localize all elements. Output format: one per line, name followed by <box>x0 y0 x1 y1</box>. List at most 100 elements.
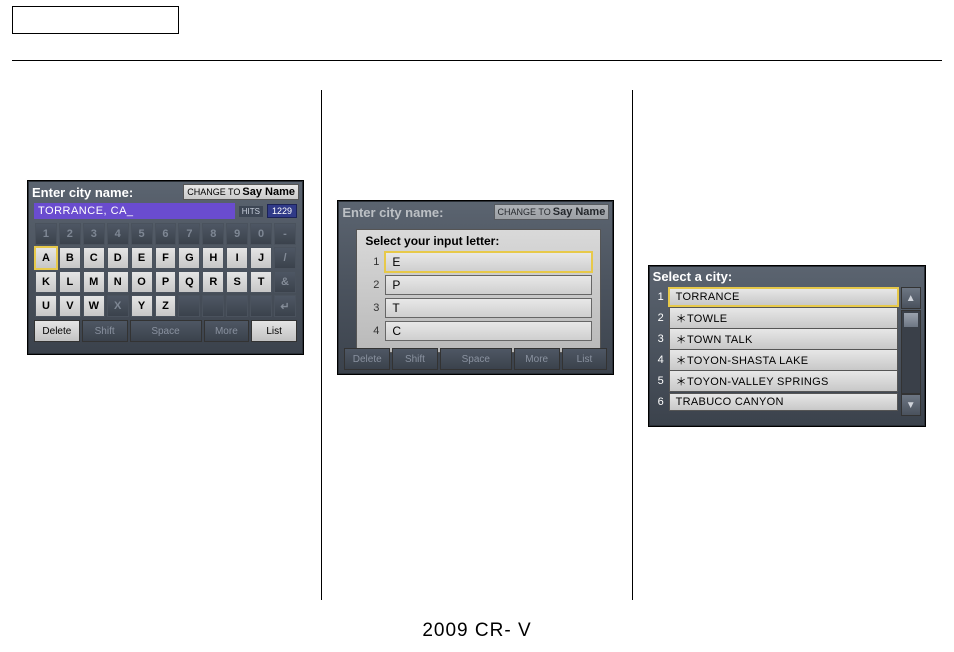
list-number: 2 <box>653 312 669 324</box>
say-name-label: Say Name <box>242 186 295 198</box>
list-item[interactable]: 6 TRABUCO CANYON <box>653 392 898 412</box>
list-number: 1 <box>653 291 669 303</box>
key-C[interactable]: C <box>83 247 105 269</box>
key-A[interactable]: A <box>35 247 57 269</box>
list-cell[interactable]: ＊TOWN TALK <box>669 328 898 350</box>
list-button[interactable]: List <box>251 320 297 342</box>
option-C[interactable]: C <box>385 321 592 341</box>
onscreen-keyboard: 1234567890- ABCDEFGHIJ/ KLMNOPQRST& UVWX… <box>34 222 297 318</box>
say-name-button[interactable]: CHANGE TO Say Name <box>183 184 299 200</box>
space-button[interactable]: Space <box>130 320 202 342</box>
option-E[interactable]: E <box>385 252 592 272</box>
key-&: & <box>274 271 296 293</box>
key-blank <box>226 295 248 317</box>
key-6: 6 <box>155 223 177 245</box>
key-blank <box>178 295 200 317</box>
scroll-down-button[interactable]: ▼ <box>901 394 921 416</box>
key-D[interactable]: D <box>107 247 129 269</box>
key-blank <box>250 295 272 317</box>
key-E[interactable]: E <box>131 247 153 269</box>
key-K[interactable]: K <box>35 271 57 293</box>
scroll-track[interactable] <box>901 310 921 394</box>
key-P[interactable]: P <box>155 271 177 293</box>
option-number: 3 <box>365 302 379 314</box>
more-button[interactable]: More <box>204 320 250 342</box>
hits-label: HITS <box>239 206 263 217</box>
key-Z[interactable]: Z <box>155 295 177 317</box>
horizontal-rule <box>12 60 942 61</box>
key-2: 2 <box>59 223 81 245</box>
column-2: Enter city name: CHANGE TO Say Name Sele… <box>321 90 631 600</box>
input-letter-overlay: Select your input letter: 1E2P3T4C <box>356 229 601 353</box>
key-T[interactable]: T <box>250 271 272 293</box>
key-S[interactable]: S <box>226 271 248 293</box>
key-J[interactable]: J <box>250 247 272 269</box>
shift-button[interactable]: Shift <box>82 320 128 342</box>
key-B[interactable]: B <box>59 247 81 269</box>
input-letter-overlay-screen: Enter city name: CHANGE TO Say Name Sele… <box>337 200 614 375</box>
screen2-title: Enter city name: <box>342 205 443 220</box>
scroll-thumb[interactable] <box>904 313 918 327</box>
key-3: 3 <box>83 223 105 245</box>
key-V[interactable]: V <box>59 295 81 317</box>
keyboard-screen: Enter city name: CHANGE TO Say Name TORR… <box>27 180 304 355</box>
key-7: 7 <box>178 223 200 245</box>
option-number: 4 <box>365 325 379 337</box>
scroll-up-button[interactable]: ▲ <box>901 287 921 309</box>
key-N[interactable]: N <box>107 271 129 293</box>
list-cell[interactable]: ＊TOWLE <box>669 307 898 329</box>
hits-count: 1229 <box>267 204 297 218</box>
key-1: 1 <box>35 223 57 245</box>
key-5: 5 <box>131 223 153 245</box>
list-cell[interactable]: TORRANCE <box>669 288 898 306</box>
list-item[interactable]: 1 TORRANCE <box>653 287 898 307</box>
key-G[interactable]: G <box>178 247 200 269</box>
list-number: 4 <box>653 354 669 366</box>
option-T[interactable]: T <box>385 298 592 318</box>
key-R[interactable]: R <box>202 271 224 293</box>
more-button-dim: More <box>514 348 560 370</box>
key-H[interactable]: H <box>202 247 224 269</box>
key-↵: ↵ <box>274 295 296 317</box>
city-name-input[interactable]: TORRANCE, CA_ <box>34 203 235 219</box>
list-cell[interactable]: ＊TOYON-VALLEY SPRINGS <box>669 370 898 392</box>
key-8: 8 <box>202 223 224 245</box>
key-Y[interactable]: Y <box>131 295 153 317</box>
list-cell[interactable]: TRABUCO CANYON <box>669 393 898 411</box>
screen1-title: Enter city name: <box>32 185 133 200</box>
key-Q[interactable]: Q <box>178 271 200 293</box>
list-item[interactable]: 2＊TOWLE <box>653 308 898 328</box>
key-L[interactable]: L <box>59 271 81 293</box>
delete-button[interactable]: Delete <box>34 320 80 342</box>
key-U[interactable]: U <box>35 295 57 317</box>
list-number: 5 <box>653 375 669 387</box>
key-O[interactable]: O <box>131 271 153 293</box>
column-3: Select a city: 1 TORRANCE2＊TOWLE3＊TOWN T… <box>632 90 942 600</box>
list-item[interactable]: 3＊TOWN TALK <box>653 329 898 349</box>
three-column-layout: Enter city name: CHANGE TO Say Name TORR… <box>12 90 942 600</box>
footer-model-year: 2009 CR- V <box>0 620 954 642</box>
city-list: 1 TORRANCE2＊TOWLE3＊TOWN TALK4＊TOYON-SHAS… <box>653 287 898 417</box>
key-F[interactable]: F <box>155 247 177 269</box>
shift-button-dim: Shift <box>392 348 438 370</box>
say-name-button-dim: CHANGE TO Say Name <box>494 204 610 220</box>
space-button-dim: Space <box>440 348 512 370</box>
column-1: Enter city name: CHANGE TO Say Name TORR… <box>12 90 321 600</box>
top-empty-frame <box>12 6 179 34</box>
key-0: 0 <box>250 223 272 245</box>
delete-button-dim: Delete <box>344 348 390 370</box>
list-number: 3 <box>653 333 669 345</box>
overlay-title: Select your input letter: <box>365 234 592 248</box>
key-M[interactable]: M <box>83 271 105 293</box>
list-item[interactable]: 5＊TOYON-VALLEY SPRINGS <box>653 371 898 391</box>
key-I[interactable]: I <box>226 247 248 269</box>
list-item[interactable]: 4＊TOYON-SHASTA LAKE <box>653 350 898 370</box>
key-W[interactable]: W <box>83 295 105 317</box>
option-number: 2 <box>365 279 379 291</box>
list-cell[interactable]: ＊TOYON-SHASTA LAKE <box>669 349 898 371</box>
list-scrollbar[interactable]: ▲ ▼ <box>901 287 921 417</box>
option-P[interactable]: P <box>385 275 592 295</box>
key-X: X <box>107 295 129 317</box>
option-number: 1 <box>365 256 379 268</box>
list-number: 6 <box>653 396 669 408</box>
